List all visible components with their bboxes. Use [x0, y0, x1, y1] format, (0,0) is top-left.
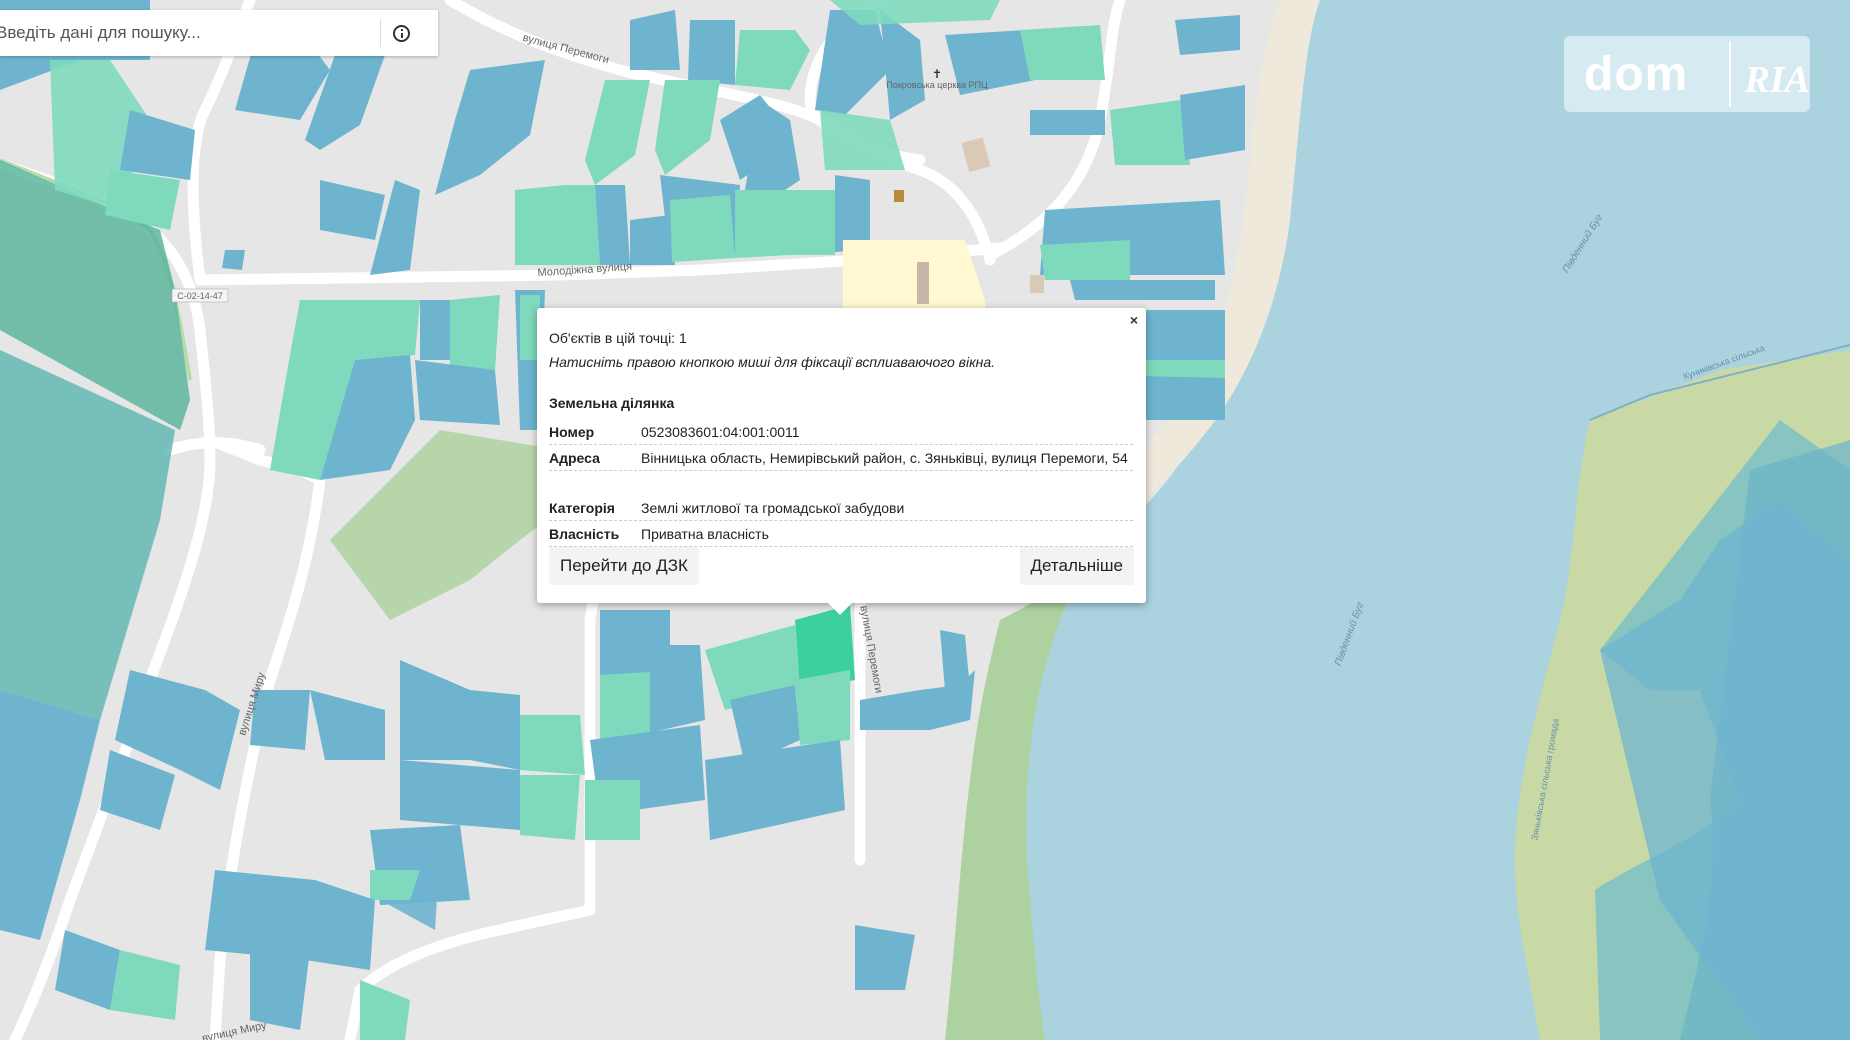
row-number: Номер 0523083601:04:001:0011	[549, 420, 1133, 445]
row-number-value: 0523083601:04:001:0011	[641, 424, 800, 440]
church-label: Покровська церква РПЦ	[886, 80, 988, 90]
row-ownership: Власність Приватна власність	[549, 522, 1133, 547]
row-address: Адреса Вінницька область, Немирівський р…	[549, 446, 1133, 471]
search-separator	[380, 19, 381, 47]
row-category: Категорія Землі житлової та громадської …	[549, 496, 1133, 521]
parcel-section-title: Земельна ділянка	[549, 395, 675, 411]
details-button[interactable]: Детальніше	[1019, 547, 1134, 585]
domria-logo: dom RIA	[1564, 36, 1810, 112]
church-icon: ✝	[932, 67, 942, 81]
goto-dzk-button[interactable]: Перейти до ДЗК	[549, 547, 699, 585]
row-ownership-key: Власність	[549, 526, 620, 542]
close-icon[interactable]: ×	[1130, 312, 1138, 328]
monument-icon	[894, 190, 904, 202]
parcel-info-popup: × Об'єктів в цій точці: 1 Натисніть прав…	[537, 308, 1146, 615]
road-code-label: С-02-14-47	[177, 291, 223, 301]
popup-hint: Натисніть правою кнопкою миші для фіксац…	[549, 354, 996, 370]
row-address-key: Адреса	[549, 450, 600, 466]
row-address-value: Вінницька область, Немирівський район, с…	[641, 450, 1128, 466]
row-ownership-value: Приватна власність	[641, 526, 769, 542]
search-input[interactable]	[0, 10, 380, 56]
search-bar	[0, 10, 438, 56]
logo-dom-text: dom	[1584, 47, 1689, 101]
row-number-key: Номер	[549, 424, 595, 440]
row-category-value: Землі житлової та громадської забудови	[641, 500, 905, 516]
info-icon[interactable]	[393, 24, 410, 42]
row-category-key: Категорія	[549, 500, 615, 516]
logo-ria-text: RIA	[1744, 59, 1810, 101]
objects-count: Об'єктів в цій точці: 1	[549, 330, 687, 346]
